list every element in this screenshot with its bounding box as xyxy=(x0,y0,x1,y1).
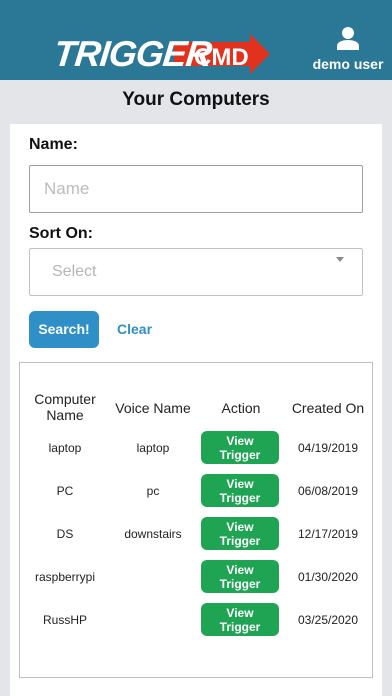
cell-voice-name: downstairs xyxy=(124,527,182,541)
view-trigger-button[interactable]: View Trigger xyxy=(201,431,279,464)
computers-table: Computer Name Voice Name Action Created … xyxy=(19,362,373,678)
view-trigger-line2: Trigger xyxy=(219,448,261,462)
page-title: Your Computers xyxy=(122,89,270,110)
cell-computer-name: PC xyxy=(56,484,74,498)
sort-select-value: Select xyxy=(52,263,97,280)
cell-created-on: 03/25/2020 xyxy=(297,613,359,627)
user-menu[interactable]: demo user xyxy=(308,26,388,76)
view-trigger-line2: Trigger xyxy=(219,620,261,634)
view-trigger-line1: View xyxy=(226,434,254,448)
view-trigger-line2: Trigger xyxy=(219,577,261,591)
view-trigger-line1: View xyxy=(226,606,254,620)
logo-suffix: CMD xyxy=(194,44,249,71)
view-trigger-button[interactable]: View Trigger xyxy=(201,560,279,593)
sort-label: Sort On: xyxy=(29,225,93,242)
cell-created-on: 01/30/2020 xyxy=(297,570,359,584)
cell-computer-name: DS xyxy=(56,527,74,541)
user-label: demo user xyxy=(312,56,384,72)
sort-select[interactable]: Select xyxy=(29,248,363,296)
cell-created-on: 12/17/2019 xyxy=(297,527,359,541)
logo-word: TRIGGER xyxy=(51,33,214,74)
view-trigger-line1: View xyxy=(226,477,254,491)
search-button[interactable]: Search! xyxy=(29,311,99,348)
cell-voice-name: pc xyxy=(146,484,160,498)
name-input[interactable] xyxy=(29,165,363,213)
header-voice-name: Voice Name xyxy=(115,400,191,416)
clear-button[interactable]: Clear xyxy=(117,321,152,337)
cell-created-on: 06/08/2019 xyxy=(297,484,359,498)
view-trigger-line2: Trigger xyxy=(219,534,261,548)
chevron-down-icon xyxy=(336,257,344,262)
view-trigger-line1: View xyxy=(226,520,254,534)
view-trigger-button[interactable]: View Trigger xyxy=(201,474,279,507)
cell-created-on: 04/19/2019 xyxy=(297,441,359,455)
header-computer-line1: Computer xyxy=(34,391,96,407)
view-trigger-button[interactable]: View Trigger xyxy=(201,603,279,636)
header-created-on: Created On xyxy=(291,400,365,416)
header-computer-line2: Name xyxy=(46,407,84,423)
view-trigger-line1: View xyxy=(226,563,254,577)
cell-computer-name: laptop xyxy=(48,441,82,455)
triggercmd-logo[interactable]: TRIGGER CMD xyxy=(51,33,270,74)
app-header: TRIGGER CMD demo user xyxy=(0,0,392,80)
view-trigger-line2: Trigger xyxy=(219,491,261,505)
name-label: Name: xyxy=(29,136,78,153)
user-icon xyxy=(337,27,359,50)
cell-computer-name: raspberrypi xyxy=(34,570,96,584)
computers-card: Name: Sort On: Select Search! Clear Comp… xyxy=(10,124,382,696)
header-computer-name: Computer Name xyxy=(20,391,110,423)
cell-computer-name: RussHP xyxy=(42,613,87,627)
cell-voice-name: laptop xyxy=(136,441,170,455)
view-trigger-button[interactable]: View Trigger xyxy=(201,517,279,550)
header-action: Action xyxy=(221,400,261,416)
